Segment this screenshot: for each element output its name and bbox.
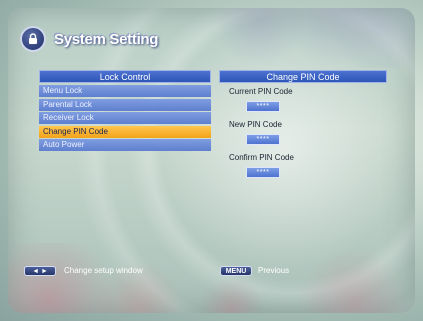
current-pin-label: Current PIN Code [229,87,293,96]
new-pin-input[interactable]: **** [246,134,280,145]
menu-item-change-pin-code[interactable]: Change PIN Code [39,125,211,138]
menu-item-parental-lock[interactable]: Parental Lock [39,98,211,111]
menu-item-menu-lock[interactable]: Menu Lock [39,85,211,97]
menu-item-auto-power[interactable]: Auto Power [39,139,211,151]
title-bar: System Setting [20,22,220,56]
change-window-hint: Change setup window [64,266,143,275]
current-pin-input[interactable]: **** [246,101,280,112]
change-pin-form: Current PIN Code **** New PIN Code **** … [229,86,389,185]
confirm-pin-input[interactable]: **** [246,167,280,178]
lock-control-header: Lock Control [39,70,211,83]
previous-hint: Previous [258,266,290,275]
new-pin-label: New PIN Code [229,120,282,129]
change-pin-header: Change PIN Code [219,70,387,83]
menu-item-receiver-lock[interactable]: Receiver Lock [39,112,211,124]
confirm-pin-label: Confirm PIN Code [229,153,294,162]
lock-control-menu: Menu Lock Parental Lock Receiver Lock Ch… [39,85,211,153]
menu-key-icon: MENU [220,266,252,276]
page-title: System Setting [54,30,159,48]
lock-icon [20,26,46,52]
footer-hints: ◄ ► Change setup window MENU Previous [24,264,404,280]
left-right-key-icon: ◄ ► [24,266,56,276]
